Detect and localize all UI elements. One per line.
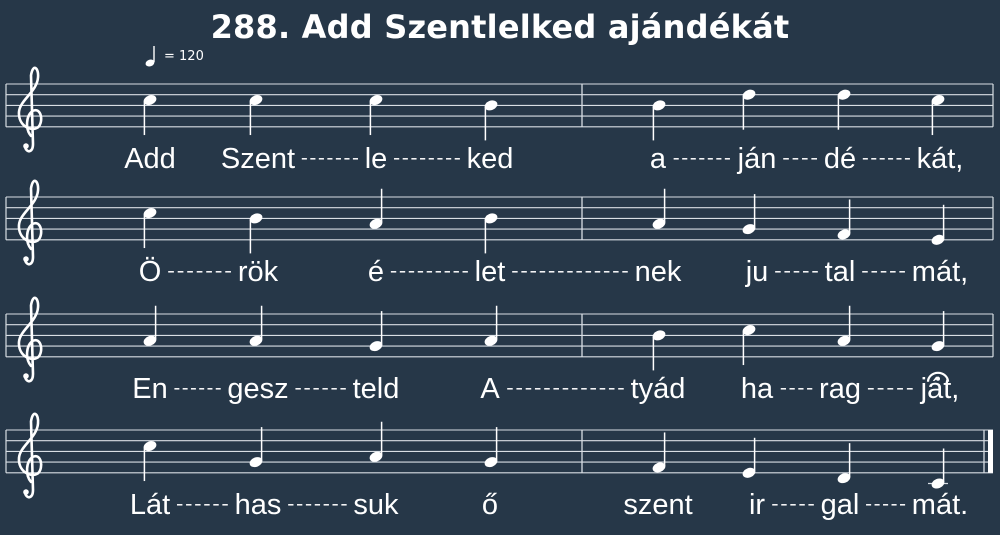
lyric-syllable: ha — [741, 373, 774, 405]
quarter-note — [931, 204, 945, 245]
quarter-note — [484, 213, 498, 254]
music-score: Add Szent le ked a ján dé kát, Ö rök é let nek ju tal m… — [5, 66, 994, 521]
lyric-syllable: ő — [482, 489, 498, 521]
lyric-syllable: dé — [824, 143, 856, 175]
quarter-note — [742, 437, 756, 478]
quarter-note — [652, 432, 666, 473]
treble-clef-icon — [17, 179, 43, 266]
quarter-note — [249, 305, 263, 346]
lyric-syllable: Lát — [130, 489, 170, 521]
lyric-syllable: é — [368, 256, 384, 288]
quarter-note — [652, 100, 666, 141]
lyric-syllable: tal — [825, 256, 856, 288]
lyric-syllable: Add — [124, 143, 176, 175]
lyric-syllable: gesz — [227, 373, 288, 405]
quarter-note — [249, 213, 263, 254]
lyric-syllable: mát. — [912, 489, 968, 521]
final-barline — [988, 430, 993, 473]
quarter-note — [249, 427, 263, 468]
quarter-note — [369, 188, 383, 229]
lyric-syllable: rag — [819, 373, 861, 405]
treble-clef-icon — [17, 296, 43, 383]
staff-system: Örök é let nek ju tal mát, — [5, 179, 994, 288]
lyric-syllable: A — [480, 373, 500, 405]
quarter-note — [837, 89, 851, 130]
quarter-note — [369, 95, 383, 136]
quarter-note — [249, 95, 263, 136]
quarter-note — [931, 95, 945, 136]
quarter-note — [652, 188, 666, 229]
quarter-note — [928, 448, 948, 489]
quarter-note — [369, 311, 383, 352]
lyric-syllable: ját, — [920, 373, 960, 405]
quarter-note — [369, 421, 383, 462]
quarter-note — [484, 100, 498, 141]
quarter-note — [742, 194, 756, 235]
quarter-note — [143, 208, 157, 249]
lyric-syllable: ju — [745, 256, 769, 288]
lyric-syllable: let — [475, 256, 506, 288]
lyric-syllable: szent — [623, 489, 692, 521]
quarter-note — [652, 330, 666, 371]
quarter-note — [742, 89, 756, 130]
quarter-note — [143, 95, 157, 136]
lyric-syllable: En — [132, 373, 167, 405]
lyric-syllable: le — [365, 143, 388, 175]
lyric-syllable: Ö — [139, 256, 162, 288]
staff-system: En gesz teld Atyád ha rag ját, — [5, 296, 994, 405]
lyric-syllable: ján — [737, 143, 777, 175]
staff-system: Add Szent le ked a ján dé kát, — [5, 66, 994, 175]
staff-system: Lát has suk ő szent ir gal mát. — [5, 412, 993, 521]
lyric-syllable: mát, — [912, 256, 968, 288]
lyric-syllable: Szent — [221, 143, 295, 175]
quarter-note — [837, 305, 851, 346]
quarter-note — [143, 305, 157, 346]
treble-clef-icon — [17, 66, 43, 153]
lyric-syllable: ir — [749, 489, 765, 521]
quarter-note — [742, 325, 756, 366]
lyric-syllable: ked — [467, 143, 514, 175]
quarter-note — [484, 305, 498, 346]
lyric-syllable: has — [235, 489, 282, 521]
lyric-syllable: gal — [821, 489, 860, 521]
lyric-syllable: teld — [353, 373, 400, 405]
quarter-note — [484, 427, 498, 468]
lyric-syllable: a — [650, 143, 667, 175]
lyric-syllable: kát, — [917, 143, 964, 175]
quarter-note — [837, 199, 851, 240]
treble-clef-icon — [17, 412, 43, 499]
lyric-syllable: suk — [353, 489, 399, 521]
lyric-syllable: rök — [238, 256, 279, 288]
quarter-note — [143, 441, 157, 482]
lyric-syllable: tyád — [631, 373, 686, 405]
quarter-note — [837, 443, 851, 484]
lyric-syllable: nek — [635, 256, 682, 288]
